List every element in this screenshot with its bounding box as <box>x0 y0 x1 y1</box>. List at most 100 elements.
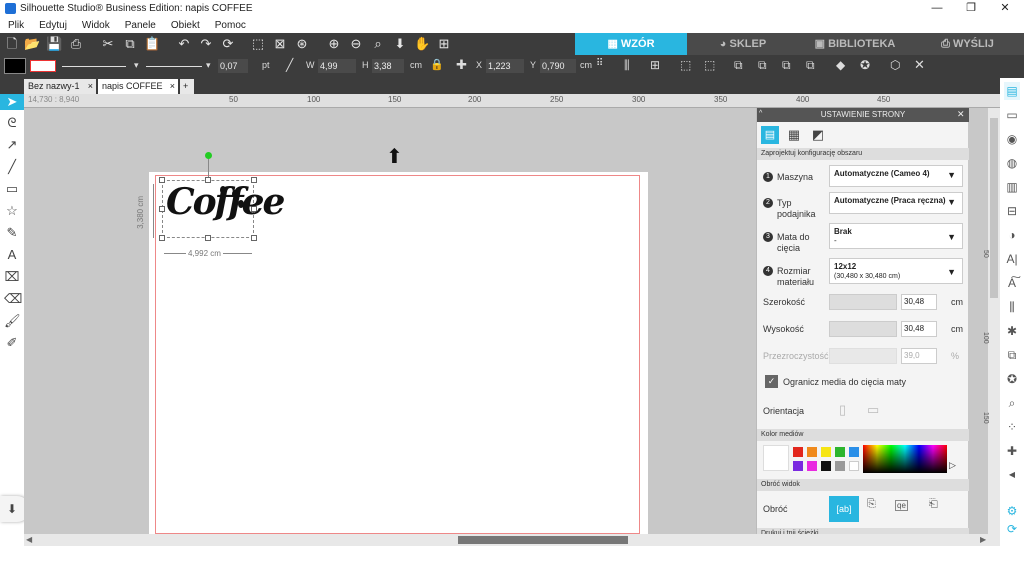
tab-wzor[interactable]: ▦ WZÓR <box>575 33 687 55</box>
line-style-selector[interactable] <box>62 66 126 67</box>
resize-handle[interactable] <box>159 177 165 183</box>
modify-panel-icon[interactable]: ⧉ <box>1004 346 1020 364</box>
page-setup-tab-icon[interactable]: ▤ <box>761 126 779 144</box>
rectangle-icon[interactable]: ▭ <box>4 180 20 198</box>
line-tool-icon[interactable]: ╱ <box>286 58 293 72</box>
resize-handle[interactable] <box>159 235 165 241</box>
height-slider[interactable] <box>829 321 897 337</box>
tab-wyslij[interactable]: ⎙ WYŚLIJ <box>911 33 1024 55</box>
color-swatch-red[interactable] <box>793 447 803 457</box>
offset-panel-icon[interactable]: ✪ <box>1004 370 1020 388</box>
select-all-icon[interactable]: ⬚ <box>250 36 266 52</box>
text-to-path-icon[interactable]: A͠ <box>1004 274 1020 292</box>
menu-obiekt[interactable]: Obiekt <box>171 20 200 31</box>
menu-plik[interactable]: Plik <box>8 20 24 31</box>
pan-hand-icon[interactable]: ✋ <box>414 36 430 52</box>
anchor-grid-icon[interactable]: ⠿ <box>596 58 603 69</box>
height-input[interactable]: 3,38 <box>372 59 404 73</box>
line-icon[interactable]: ╱ <box>4 158 20 176</box>
close-icon[interactable]: ✕ <box>957 109 965 120</box>
pencil-icon[interactable]: ✎ <box>4 224 20 242</box>
vertical-scrollbar[interactable] <box>988 108 1000 534</box>
y-input[interactable]: 0,790 <box>540 59 576 73</box>
library-folder-icon[interactable]: ⬇ <box>4 500 20 518</box>
media-size-select[interactable]: 12x12 (30,480 x 30,480 cm) ▼ <box>829 258 963 284</box>
resize-handle[interactable] <box>205 235 211 241</box>
rotate-handle[interactable] <box>205 152 212 159</box>
menu-panele[interactable]: Panele <box>125 20 156 31</box>
bring-front-icon[interactable]: ⧉ <box>734 58 743 73</box>
limit-media-checkbox[interactable]: ✓ <box>765 375 778 388</box>
color-swatch-orange[interactable] <box>807 447 817 457</box>
trace-panel-icon[interactable]: ⌕ <box>1004 394 1020 412</box>
rotate-90-icon[interactable]: ⎘ <box>867 498 876 511</box>
color-spectrum-picker[interactable] <box>863 445 947 473</box>
width-input[interactable]: 4,99 <box>318 59 356 73</box>
send-backward-icon[interactable]: ⧉ <box>806 58 815 73</box>
rotate-180-icon[interactable]: qe <box>895 500 908 511</box>
replicate-panel-icon[interactable]: ✱ <box>1004 322 1020 340</box>
sketch-panel-icon[interactable]: ⁘ <box>1004 418 1020 436</box>
horizontal-scroll-thumb[interactable] <box>458 536 628 544</box>
tab-biblioteka[interactable]: ▣ BIBLIOTEKA <box>799 33 911 55</box>
lasso-icon[interactable]: ᘓ <box>4 114 20 132</box>
horizontal-scrollbar[interactable]: ◀ ▶ <box>24 534 1000 546</box>
fill-color-swatch[interactable] <box>4 58 26 74</box>
tab-sklep[interactable]: ◕ SKLEP <box>687 33 799 55</box>
menu-widok[interactable]: Widok <box>82 20 110 31</box>
group-icon[interactable]: ⬚ <box>680 58 691 72</box>
menu-edytuj[interactable]: Edytuj <box>39 20 67 31</box>
send-back-icon[interactable]: ⧉ <box>758 58 767 73</box>
registration-tab-icon[interactable]: ◩ <box>809 126 827 144</box>
add-tab-button[interactable]: + <box>180 79 194 94</box>
palette-icon[interactable]: ◍ <box>1004 154 1020 172</box>
close-icon[interactable]: × <box>170 79 175 94</box>
color-swatch-pink[interactable] <box>807 461 817 471</box>
zoom-fit-icon[interactable]: ⌕ <box>370 36 386 52</box>
color-swatch-yellow[interactable] <box>821 447 831 457</box>
width-slider[interactable] <box>829 294 897 310</box>
text-icon[interactable]: A <box>4 246 20 264</box>
move-down-icon[interactable]: ⬇ <box>392 36 408 52</box>
tab-document-2[interactable]: napis COFFEE × <box>98 79 178 94</box>
lock-icon[interactable]: 🔒 <box>430 58 444 71</box>
transparency-input[interactable]: 39,0 <box>901 348 937 364</box>
fill-panel-icon[interactable]: ◉ <box>1004 130 1020 148</box>
transparency-icon[interactable]: ◑ <box>1004 226 1020 244</box>
settings-gear-icon[interactable]: ⚙ <box>1004 502 1020 520</box>
brush-icon[interactable]: 🖌 <box>4 312 21 330</box>
maximize-button[interactable]: ❐ <box>956 0 986 17</box>
redo-icon[interactable]: ↷ <box>198 36 214 52</box>
fit-page-icon[interactable]: ⊞ <box>436 36 452 52</box>
sync-icon[interactable]: ⟳ <box>1004 520 1020 538</box>
cube-icon[interactable]: ⬡ <box>890 58 900 72</box>
color-swatch-green[interactable] <box>835 447 845 457</box>
grid-tab-icon[interactable]: ▦ <box>785 126 803 144</box>
color-swatch-white[interactable] <box>849 461 859 471</box>
pointer-icon[interactable]: ➤ <box>4 93 20 111</box>
color-swatch-gray[interactable] <box>835 461 845 471</box>
puzzle-panel-icon[interactable]: ✚ <box>1004 442 1020 460</box>
replicate-icon[interactable]: ◆ <box>836 58 845 72</box>
line-width-input[interactable]: 0,07 <box>218 59 248 73</box>
eraser-icon[interactable]: ⌫ <box>4 290 22 308</box>
line-style-icon[interactable]: ⊟ <box>1004 202 1020 220</box>
line-color-swatch[interactable] <box>30 60 56 72</box>
pattern-icon[interactable]: ▥ <box>1004 178 1020 196</box>
resize-handle[interactable] <box>251 235 257 241</box>
edit-points-icon[interactable]: ⊛ <box>294 36 310 52</box>
page-panel-icon[interactable]: ▭ <box>1004 106 1020 124</box>
copy-icon[interactable]: ⧉ <box>122 36 138 52</box>
color-swatch-blue[interactable] <box>849 447 859 457</box>
minimize-button[interactable]: — <box>922 0 952 17</box>
zoom-in-icon[interactable]: ⊕ <box>326 36 342 52</box>
new-file-icon[interactable]: 🗋 <box>4 36 20 52</box>
chevron-down-icon[interactable]: ▾ <box>206 60 211 71</box>
x-input[interactable]: 1,223 <box>486 59 524 73</box>
collapse-icon[interactable]: ^ <box>759 110 762 117</box>
machine-select[interactable]: Automatyczne (Cameo 4) ▼ <box>829 165 963 187</box>
refresh-icon[interactable]: ⟳ <box>220 36 236 52</box>
open-folder-icon[interactable]: 📂 <box>24 36 40 52</box>
zoom-out-icon[interactable]: ⊖ <box>348 36 364 52</box>
scroll-right-icon[interactable]: ▶ <box>980 535 986 544</box>
